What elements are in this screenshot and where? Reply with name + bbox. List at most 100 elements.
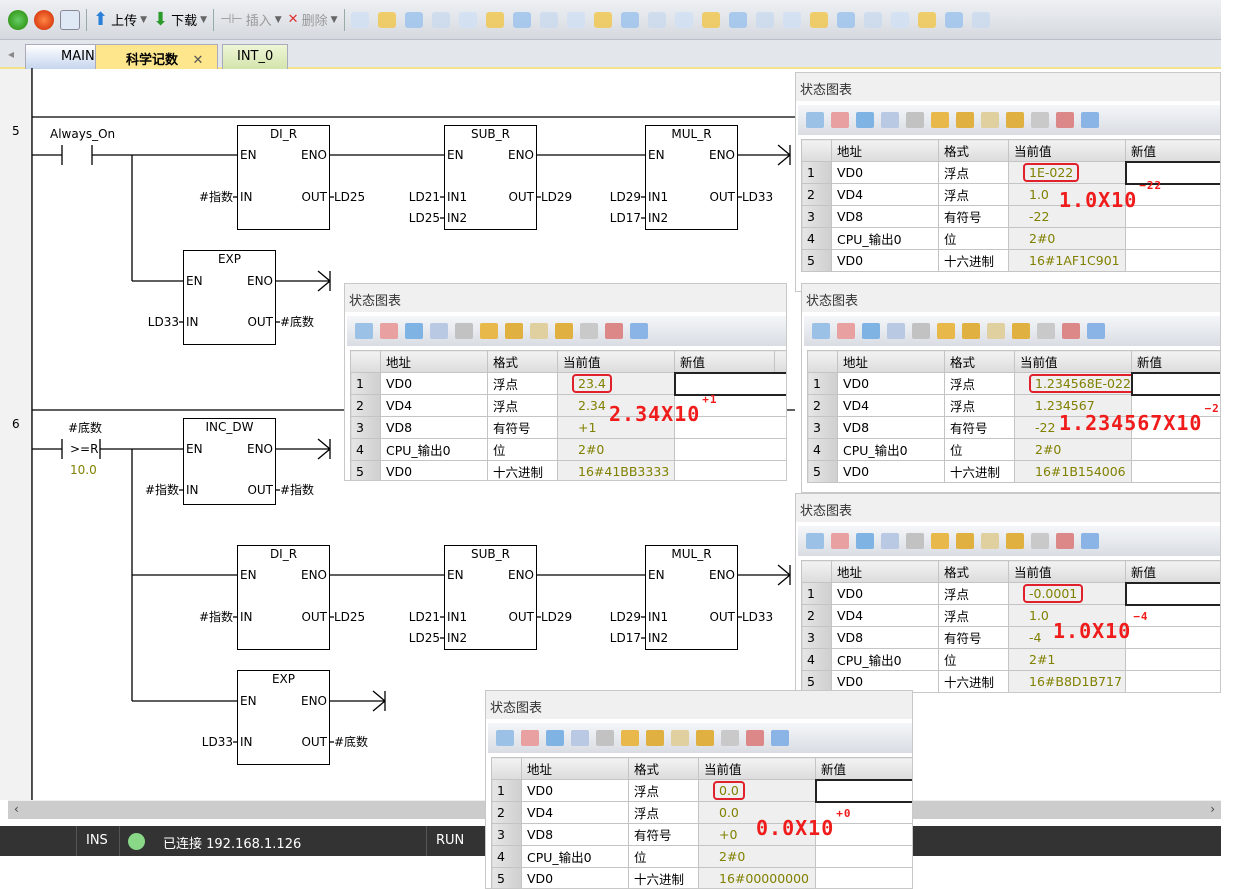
unlock-icon[interactable] [981, 533, 999, 549]
format-cell[interactable]: 十六进制 [938, 670, 1009, 692]
format-cell[interactable]: 有符号 [944, 416, 1015, 439]
new-value-input[interactable] [1130, 371, 1220, 396]
trend-icon[interactable] [746, 730, 764, 746]
tag-icon[interactable] [630, 323, 648, 339]
table-row[interactable]: 3 VD8 有符号 +1 [350, 416, 786, 439]
table-row[interactable]: 2 VD4 浮点 2.34 [350, 394, 786, 417]
new-value-input[interactable] [1125, 648, 1220, 671]
new-value-input[interactable] [815, 845, 912, 868]
format-cell[interactable]: 十六进制 [938, 249, 1009, 272]
unlock-icon[interactable] [981, 112, 999, 128]
address-cell[interactable]: VD0 [837, 372, 945, 395]
lock-icon[interactable] [505, 323, 523, 339]
table-row[interactable]: 5 VD0 十六进制 16#41BB3333 [350, 460, 786, 480]
trend-icon[interactable] [605, 323, 623, 339]
read-locked-icon[interactable] [1031, 112, 1049, 128]
pencil-icon[interactable] [931, 112, 949, 128]
table-row[interactable]: 4 CPU_输出0 位 2#0 [491, 845, 912, 868]
delete-row-icon[interactable] [837, 323, 855, 339]
table-row[interactable]: 4 CPU_输出0 位 2#0 [801, 227, 1220, 250]
read-locked-icon[interactable] [1037, 323, 1055, 339]
format-cell[interactable]: 浮点 [938, 161, 1009, 184]
glasses-icon[interactable] [596, 730, 614, 746]
new-value-input[interactable] [674, 438, 786, 461]
add-row-icon[interactable] [496, 730, 514, 746]
format-cell[interactable]: 十六进制 [944, 460, 1015, 483]
glasses-icon[interactable] [906, 112, 924, 128]
format-cell[interactable]: 位 [944, 438, 1015, 461]
address-cell[interactable]: CPU_输出0 [831, 227, 939, 250]
address-cell[interactable]: VD4 [831, 604, 939, 627]
lock-all-icon[interactable] [1012, 323, 1030, 339]
chart-run-icon[interactable] [405, 323, 423, 339]
pause-icon[interactable] [571, 730, 589, 746]
address-cell[interactable]: VD0 [521, 779, 629, 802]
unlock-icon[interactable] [671, 730, 689, 746]
tag-icon[interactable] [1081, 112, 1099, 128]
lock-all-icon[interactable] [696, 730, 714, 746]
format-cell[interactable]: 有符号 [487, 416, 558, 439]
address-cell[interactable]: VD4 [831, 183, 939, 206]
table-row[interactable]: 3 VD8 有符号 -4 [801, 626, 1220, 649]
table-row[interactable]: 1 VD0 浮点 0.0 [491, 778, 912, 803]
unlock-icon[interactable] [987, 323, 1005, 339]
chart-run-icon[interactable] [856, 112, 874, 128]
delete-row-icon[interactable] [831, 112, 849, 128]
lock-all-icon[interactable] [555, 323, 573, 339]
add-row-icon[interactable] [806, 112, 824, 128]
format-cell[interactable]: 位 [487, 438, 558, 461]
trend-icon[interactable] [1056, 533, 1074, 549]
address-cell[interactable]: VD8 [380, 416, 488, 439]
scroll-left-icon[interactable]: ‹ [14, 802, 19, 816]
lock-icon[interactable] [956, 112, 974, 128]
delete-row-icon[interactable] [521, 730, 539, 746]
address-cell[interactable]: VD4 [521, 801, 629, 824]
format-cell[interactable]: 浮点 [628, 779, 699, 802]
table-row[interactable]: 5 VD0 十六进制 16#00000000 [491, 867, 912, 888]
lock-icon[interactable] [956, 533, 974, 549]
address-cell[interactable]: VD8 [837, 416, 945, 439]
table-row[interactable]: 4 CPU_输出0 位 2#0 [350, 438, 786, 461]
read-locked-icon[interactable] [1031, 533, 1049, 549]
add-row-icon[interactable] [806, 533, 824, 549]
tag-icon[interactable] [1081, 533, 1099, 549]
address-cell[interactable]: CPU_输出0 [831, 648, 939, 671]
new-value-input[interactable] [1124, 581, 1220, 606]
format-cell[interactable]: 浮点 [487, 372, 558, 395]
pencil-icon[interactable] [621, 730, 639, 746]
pause-icon[interactable] [887, 323, 905, 339]
lock-icon[interactable] [646, 730, 664, 746]
format-cell[interactable]: 有符号 [628, 823, 699, 846]
trend-icon[interactable] [1056, 112, 1074, 128]
address-cell[interactable]: CPU_输出0 [837, 438, 945, 461]
address-cell[interactable]: VD0 [837, 460, 945, 483]
trend-icon[interactable] [1062, 323, 1080, 339]
pencil-icon[interactable] [480, 323, 498, 339]
address-cell[interactable]: VD8 [831, 205, 939, 228]
format-cell[interactable]: 浮点 [944, 372, 1015, 395]
address-cell[interactable]: VD0 [380, 372, 488, 395]
read-locked-icon[interactable] [721, 730, 739, 746]
table-row[interactable]: 5 VD0 十六进制 16#1AF1C901 [801, 249, 1220, 272]
table-row[interactable]: 1 VD0 浮点 1.234568E-022 [807, 371, 1220, 396]
format-cell[interactable]: 有符号 [938, 205, 1009, 228]
unlock-icon[interactable] [530, 323, 548, 339]
new-value-input[interactable] [815, 867, 912, 888]
add-row-icon[interactable] [355, 323, 373, 339]
format-cell[interactable]: 浮点 [944, 394, 1015, 417]
pause-icon[interactable] [881, 112, 899, 128]
lock-all-icon[interactable] [1006, 112, 1024, 128]
pencil-icon[interactable] [937, 323, 955, 339]
address-cell[interactable]: VD0 [831, 161, 939, 184]
format-cell[interactable]: 浮点 [628, 801, 699, 824]
format-cell[interactable]: 浮点 [938, 582, 1009, 605]
delete-row-icon[interactable] [831, 533, 849, 549]
format-cell[interactable]: 浮点 [487, 394, 558, 417]
format-cell[interactable]: 位 [628, 845, 699, 868]
add-row-icon[interactable] [812, 323, 830, 339]
format-cell[interactable]: 浮点 [938, 183, 1009, 206]
table-row[interactable]: 4 CPU_输出0 位 2#1 [801, 648, 1220, 671]
delete-row-icon[interactable] [380, 323, 398, 339]
address-cell[interactable]: VD0 [831, 582, 939, 605]
address-cell[interactable]: VD0 [380, 460, 488, 480]
